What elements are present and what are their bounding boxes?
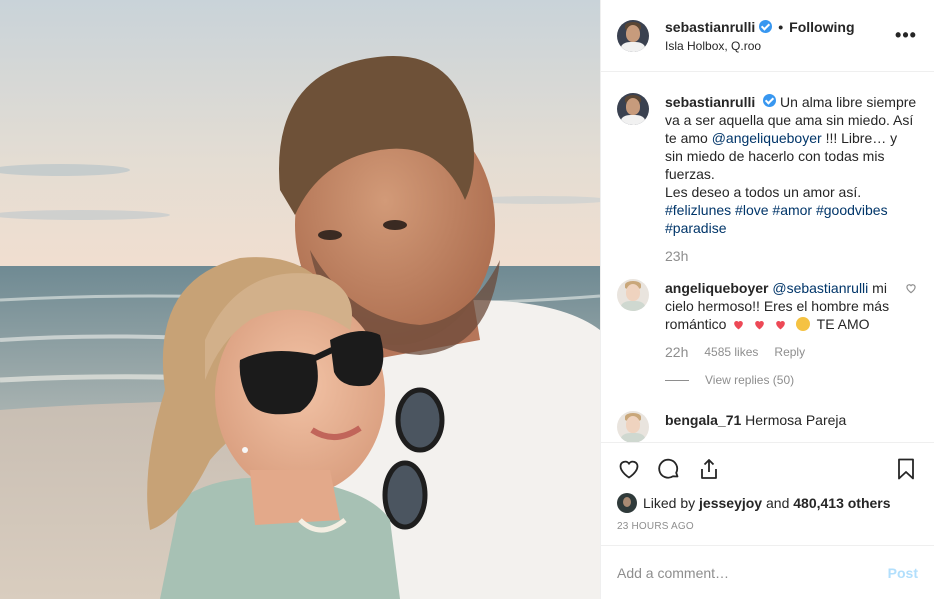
comment-mention-link[interactable]: @sebastianrulli	[772, 280, 868, 296]
hashtag-link[interactable]: #amor	[772, 202, 812, 218]
post-actions: Liked by jesseyjoy and 480,413 others 23…	[601, 442, 934, 532]
comment-username[interactable]: angeliqueboyer	[665, 280, 768, 296]
header-text: sebastianrulli • Following Isla Holbox, …	[665, 19, 894, 53]
post-photo[interactable]	[0, 0, 600, 599]
author-avatar[interactable]	[617, 19, 649, 52]
comment-item: angeliqueboyer @sebastianrulli mi cielo …	[617, 279, 918, 389]
comment-text-end: TE AMO	[816, 316, 870, 332]
verified-badge-icon	[763, 94, 777, 107]
comment-likes[interactable]: 4585 likes	[704, 343, 758, 361]
more-options-icon[interactable]: •••	[894, 25, 918, 46]
caption-avatar[interactable]	[617, 93, 649, 125]
hashtag-link[interactable]: #felizlunes	[665, 202, 731, 218]
separator-dot: •	[778, 18, 784, 35]
red-heart-icon	[776, 320, 785, 330]
post-header: sebastianrulli • Following Isla Holbox, …	[601, 0, 934, 72]
caption: sebastianrulli Un alma libre siempre va …	[617, 93, 918, 265]
view-replies-label[interactable]: View replies (50)	[705, 371, 794, 389]
comment-meta: 22h 4585 likes Reply	[665, 343, 904, 361]
liker-avatar[interactable]	[617, 493, 637, 513]
liked-by-and: and	[766, 495, 790, 511]
caption-username[interactable]: sebastianrulli	[665, 94, 755, 110]
red-heart-icon	[734, 320, 744, 330]
comment-item: bengala_71 Hermosa Pareja	[617, 411, 918, 442]
hashtag-link[interactable]: #love	[735, 202, 768, 218]
author-username[interactable]: sebastianrulli	[665, 19, 755, 35]
share-icon[interactable]	[697, 457, 721, 481]
comment-time[interactable]: 22h	[665, 343, 688, 361]
liked-by-user[interactable]: jesseyjoy	[699, 495, 762, 511]
view-replies[interactable]: View replies (50)	[665, 371, 904, 389]
caption-body: sebastianrulli Un alma libre siempre va …	[665, 93, 918, 265]
caption-text-line3: Les deseo a todos un amor así.	[665, 184, 862, 200]
comment-bubble-icon[interactable]	[657, 457, 681, 481]
comment-input[interactable]	[617, 564, 888, 581]
hashtag-link[interactable]: #paradise	[665, 220, 727, 236]
smiling-face-icon	[796, 317, 811, 331]
action-icons	[617, 453, 918, 485]
red-heart-icon	[755, 320, 765, 330]
post-comment-button[interactable]: Post	[888, 565, 918, 581]
comment-body: angeliqueboyer @sebastianrulli mi cielo …	[665, 279, 904, 389]
likes-summary: Liked by jesseyjoy and 480,413 others	[617, 493, 918, 513]
reply-button[interactable]: Reply	[774, 343, 805, 361]
comments-list[interactable]: sebastianrulli Un alma libre siempre va …	[601, 73, 934, 442]
replies-divider	[665, 379, 689, 381]
post-container: sebastianrulli • Following Isla Holbox, …	[0, 0, 934, 599]
comment-body: bengala_71 Hermosa Pareja	[665, 411, 918, 442]
liked-by-count[interactable]: 480,413 others	[793, 495, 890, 511]
save-bookmark-icon[interactable]	[894, 457, 918, 481]
like-heart-icon[interactable]	[617, 457, 641, 481]
verified-badge-icon	[759, 20, 773, 33]
comment-text: Hermosa Pareja	[745, 412, 847, 428]
post-side-panel: sebastianrulli • Following Isla Holbox, …	[600, 0, 934, 599]
caption-meta: 23h	[665, 247, 918, 265]
liked-by-prefix: Liked by	[643, 495, 696, 511]
beach-selfie-image	[0, 0, 600, 599]
commenter-avatar[interactable]	[617, 279, 649, 311]
post-timestamp[interactable]: 23 HOURS AGO	[617, 521, 918, 532]
hashtag-link[interactable]: #goodvibes	[816, 202, 888, 218]
add-comment-bar: Post	[601, 545, 934, 599]
comment-username[interactable]: bengala_71	[665, 412, 741, 428]
commenter-avatar[interactable]	[617, 411, 649, 442]
caption-time[interactable]: 23h	[665, 247, 688, 265]
post-location[interactable]: Isla Holbox, Q.roo	[665, 39, 894, 53]
header-row: sebastianrulli • Following	[665, 19, 894, 35]
caption-mention-link[interactable]: @angeliqueboyer	[712, 130, 822, 146]
following-button[interactable]: Following	[789, 19, 854, 35]
like-comment-heart-icon[interactable]	[904, 281, 918, 295]
